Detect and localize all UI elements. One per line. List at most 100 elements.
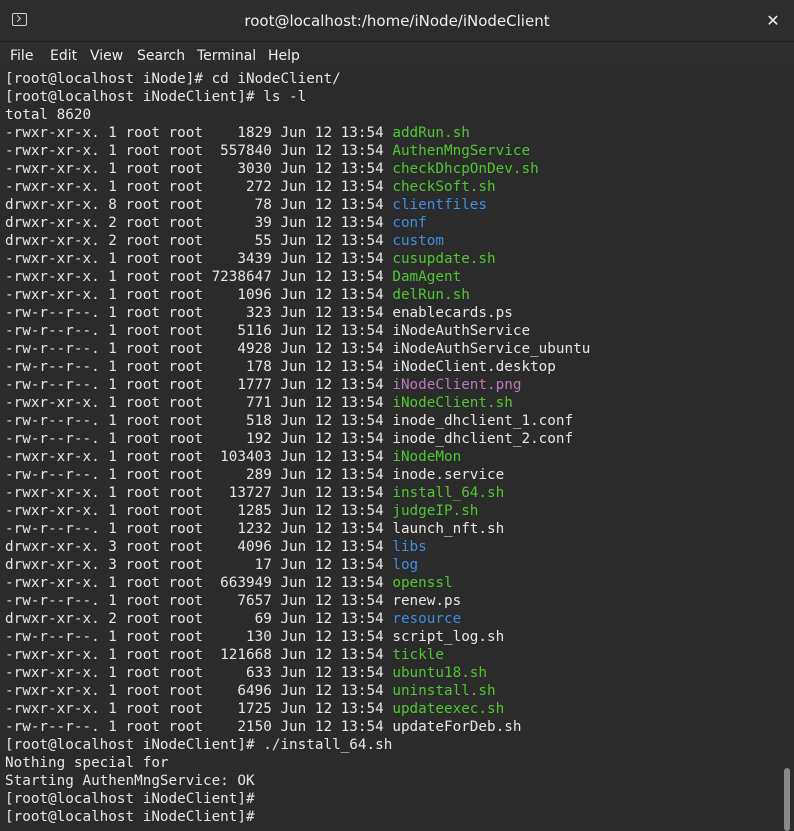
menu-edit[interactable]: Edit [48,46,79,66]
file-meta: -rwxr-xr-x. 1 root root 121668 Jun 12 13… [5,647,393,663]
listing-row: -rw-r--r--. 1 root root 5116 Jun 12 13:5… [5,322,780,340]
file-name: enablecards.ps [392,305,513,321]
file-meta: drwxr-xr-x. 2 root root 39 Jun 12 13:54 [5,215,393,231]
listing-row: -rw-r--r--. 1 root root 178 Jun 12 13:54… [5,358,780,376]
terminal-line: total 8620 [5,107,92,123]
listing-row: -rwxr-xr-x. 1 root root 557840 Jun 12 13… [5,142,780,160]
listing-row: -rwxr-xr-x. 1 root root 633 Jun 12 13:54… [5,664,780,682]
file-name: ubuntu18.sh [392,665,488,681]
listing-row: -rw-r--r--. 1 root root 4928 Jun 12 13:5… [5,340,780,358]
terminal-line: [root@localhost iNodeClient]# [5,791,255,807]
title-bar[interactable]: root@localhost:/home/iNode/iNodeClient ✕ [0,0,794,42]
file-meta: -rwxr-xr-x. 1 root root 103403 Jun 12 13… [5,449,393,465]
file-name: checkSoft.sh [392,179,496,195]
file-meta: -rw-r--r--. 1 root root 178 Jun 12 13:54 [5,359,393,375]
listing-row: drwxr-xr-x. 3 root root 17 Jun 12 13:54 … [5,556,780,574]
file-meta: -rwxr-xr-x. 1 root root 1285 Jun 12 13:5… [5,503,393,519]
file-name: tickle [392,647,444,663]
file-name: iNodeAuthService [392,323,531,339]
menu-search[interactable]: Search [135,46,187,66]
terminal-line: [root@localhost iNodeClient]# [5,809,255,825]
menu-bar: File Edit View Search Terminal Help [0,42,794,70]
file-name: custom [392,233,444,249]
file-meta: -rwxr-xr-x. 1 root root 1096 Jun 12 13:5… [5,287,393,303]
file-name: iNodeClient.desktop [392,359,556,375]
listing-row: -rw-r--r--. 1 root root 130 Jun 12 13:54… [5,628,780,646]
file-meta: -rwxr-xr-x. 1 root root 557840 Jun 12 13… [5,143,393,159]
file-name: cusupdate.sh [392,251,496,267]
vertical-scrollbar[interactable] [780,70,794,831]
file-meta: -rwxr-xr-x. 1 root root 272 Jun 12 13:54 [5,179,393,195]
menu-help[interactable]: Help [266,46,302,66]
file-name: log [392,557,419,573]
menu-file[interactable]: File [8,46,35,66]
listing-row: -rw-r--r--. 1 root root 2150 Jun 12 13:5… [5,718,780,736]
menu-terminal[interactable]: Terminal [195,46,258,66]
listing-row: -rwxr-xr-x. 1 root root 1725 Jun 12 13:5… [5,700,780,718]
listing-row: drwxr-xr-x. 2 root root 39 Jun 12 13:54 … [5,214,780,232]
terminal-line: [root@localhost iNodeClient]# ls -l [5,89,307,105]
listing-row: -rwxr-xr-x. 1 root root 1096 Jun 12 13:5… [5,286,780,304]
file-name: updateForDeb.sh [392,719,522,735]
listing-row: -rw-r--r--. 1 root root 1232 Jun 12 13:5… [5,520,780,538]
file-name: openssl [392,575,453,591]
file-meta: -rwxr-xr-x. 1 root root 771 Jun 12 13:54 [5,395,393,411]
file-name: checkDhcpOnDev.sh [392,161,539,177]
listing-row: -rw-r--r--. 1 root root 192 Jun 12 13:54… [5,430,780,448]
file-meta: -rwxr-xr-x. 1 root root 1725 Jun 12 13:5… [5,701,393,717]
file-meta: -rwxr-xr-x. 1 root root 1829 Jun 12 13:5… [5,125,393,141]
listing-row: -rwxr-xr-x. 1 root root 1285 Jun 12 13:5… [5,502,780,520]
file-name: addRun.sh [392,125,470,141]
listing-row: -rwxr-xr-x. 1 root root 3439 Jun 12 13:5… [5,250,780,268]
file-name: uninstall.sh [392,683,496,699]
listing-row: -rwxr-xr-x. 1 root root 3030 Jun 12 13:5… [5,160,780,178]
file-name: iNodeMon [392,449,462,465]
file-name: libs [392,539,427,555]
terminal-window: root@localhost:/home/iNode/iNodeClient ✕… [0,0,794,831]
terminal-line: [root@localhost iNode]# cd iNodeClient/ [5,71,341,87]
file-name: conf [392,215,427,231]
listing-row: -rwxr-xr-x. 1 root root 663949 Jun 12 13… [5,574,780,592]
menu-view[interactable]: View [88,46,125,66]
file-meta: -rw-r--r--. 1 root root 323 Jun 12 13:54 [5,305,393,321]
file-meta: -rwxr-xr-x. 1 root root 3030 Jun 12 13:5… [5,161,393,177]
file-meta: -rw-r--r--. 1 root root 289 Jun 12 13:54 [5,467,393,483]
file-meta: -rw-r--r--. 1 root root 2150 Jun 12 13:5… [5,719,393,735]
file-name: inode_dhclient_1.conf [392,413,574,429]
listing-row: -rwxr-xr-x. 1 root root 771 Jun 12 13:54… [5,394,780,412]
listing-row: -rw-r--r--. 1 root root 323 Jun 12 13:54… [5,304,780,322]
file-name: updateexec.sh [392,701,505,717]
listing-row: -rw-r--r--. 1 root root 7657 Jun 12 13:5… [5,592,780,610]
file-name: launch_nft.sh [392,521,505,537]
terminal-line: Nothing special for [5,755,169,771]
listing-row: drwxr-xr-x. 3 root root 4096 Jun 12 13:5… [5,538,780,556]
terminal-line: Starting AuthenMngService: OK [5,773,255,789]
file-meta: -rwxr-xr-x. 1 root root 633 Jun 12 13:54 [5,665,393,681]
listing-row: -rw-r--r--. 1 root root 518 Jun 12 13:54… [5,412,780,430]
file-meta: drwxr-xr-x. 8 root root 78 Jun 12 13:54 [5,197,393,213]
close-button[interactable]: ✕ [762,10,784,32]
file-meta: -rwxr-xr-x. 1 root root 7238647 Jun 12 1… [5,269,393,285]
file-meta: -rwxr-xr-x. 1 root root 3439 Jun 12 13:5… [5,251,393,267]
listing-row: -rwxr-xr-x. 1 root root 6496 Jun 12 13:5… [5,682,780,700]
file-meta: -rw-r--r--. 1 root root 130 Jun 12 13:54 [5,629,393,645]
listing-row: drwxr-xr-x. 2 root root 55 Jun 12 13:54 … [5,232,780,250]
listing-row: -rwxr-xr-x. 1 root root 7238647 Jun 12 1… [5,268,780,286]
file-meta: -rw-r--r--. 1 root root 518 Jun 12 13:54 [5,413,393,429]
listing-row: -rwxr-xr-x. 1 root root 121668 Jun 12 13… [5,646,780,664]
file-meta: -rwxr-xr-x. 1 root root 663949 Jun 12 13… [5,575,393,591]
listing-row: -rwxr-xr-x. 1 root root 1829 Jun 12 13:5… [5,124,780,142]
file-name: iNodeClient.sh [392,395,513,411]
file-meta: -rw-r--r--. 1 root root 7657 Jun 12 13:5… [5,593,393,609]
file-meta: -rwxr-xr-x. 1 root root 13727 Jun 12 13:… [5,485,393,501]
file-name: judgeIP.sh [392,503,479,519]
terminal-output[interactable]: [root@localhost iNode]# cd iNodeClient/ [… [0,70,780,831]
listing-row: -rwxr-xr-x. 1 root root 13727 Jun 12 13:… [5,484,780,502]
file-name: iNodeClient.png [392,377,522,393]
file-name: install_64.sh [392,485,505,501]
file-meta: -rw-r--r--. 1 root root 1777 Jun 12 13:5… [5,377,393,393]
file-meta: drwxr-xr-x. 2 root root 55 Jun 12 13:54 [5,233,393,249]
file-name: iNodeAuthService_ubuntu [392,341,591,357]
listing-row: -rw-r--r--. 1 root root 1777 Jun 12 13:5… [5,376,780,394]
scrollbar-thumb[interactable] [784,768,790,831]
